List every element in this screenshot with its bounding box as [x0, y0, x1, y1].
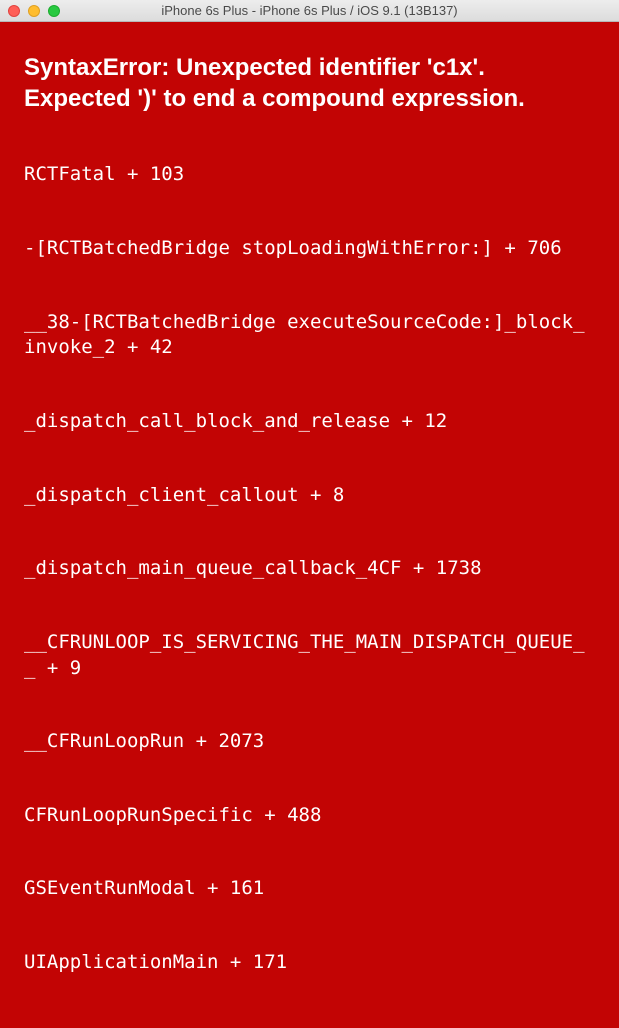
- window-title: iPhone 6s Plus - iPhone 6s Plus / iOS 9.…: [0, 3, 619, 18]
- stack-frame: _dispatch_client_callout + 8: [24, 483, 595, 509]
- simulator-screen[interactable]: SyntaxError: Unexpected identifier 'c1x'…: [0, 22, 619, 1028]
- close-icon[interactable]: [8, 5, 20, 17]
- stack-frame: UIApplicationMain + 171: [24, 950, 595, 976]
- stack-frame: RCTFatal + 103: [24, 162, 595, 188]
- traffic-lights: [0, 5, 60, 17]
- stack-frame: __CFRUNLOOP_IS_SERVICING_THE_MAIN_DISPAT…: [24, 630, 595, 681]
- stack-frame: _dispatch_main_queue_callback_4CF + 1738: [24, 556, 595, 582]
- stack-frame: CFRunLoopRunSpecific + 488: [24, 803, 595, 829]
- stack-frame: __38-[RCTBatchedBridge executeSourceCode…: [24, 310, 595, 361]
- minimize-icon[interactable]: [28, 5, 40, 17]
- stack-frame: __CFRunLoopRun + 2073: [24, 729, 595, 755]
- maximize-icon[interactable]: [48, 5, 60, 17]
- window-titlebar: iPhone 6s Plus - iPhone 6s Plus / iOS 9.…: [0, 0, 619, 22]
- stack-frame: GSEventRunModal + 161: [24, 876, 595, 902]
- stack-frame: -[RCTBatchedBridge stopLoadingWithError:…: [24, 236, 595, 262]
- stack-frame: _dispatch_call_block_and_release + 12: [24, 409, 595, 435]
- stack-trace: RCTFatal + 103 -[RCTBatchedBridge stopLo…: [24, 162, 595, 1028]
- error-title: SyntaxError: Unexpected identifier 'c1x'…: [24, 52, 595, 114]
- stack-frame: main + 111: [24, 1024, 595, 1028]
